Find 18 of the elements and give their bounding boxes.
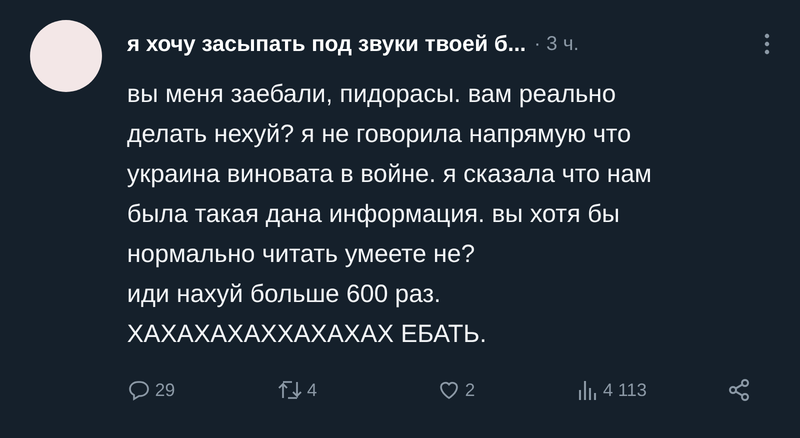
action-count: 4 [307, 380, 318, 400]
post-text-line: украина виновата в войне. я сказала что нам [127, 159, 653, 190]
action-count: 29 [155, 380, 176, 400]
action-count: 4 113 [603, 380, 647, 400]
share-icon[interactable] [727, 378, 751, 402]
repost-icon[interactable] [277, 378, 303, 402]
post-text-line: делать нехуй? я не говорила напрямую что [127, 119, 632, 150]
post-text-line: иди нахуй больше 600 раз. [127, 279, 442, 310]
post-text-line: нормально читать умеете не? [127, 239, 476, 270]
bar-chart-icon[interactable] [577, 378, 599, 402]
more-icon[interactable] [764, 32, 770, 56]
action-count: 2 [465, 380, 476, 400]
post-text-line: ХАХАХАХАХХАХАХАХ ЕБАТЬ. [127, 319, 488, 350]
author-name[interactable]: я хочу засыпать под звуки твоей б... [127, 31, 526, 57]
post-time: · 3 ч. [534, 32, 579, 56]
post-text-line: была такая дана информация. вы хотя бы [127, 199, 621, 230]
post-text-line: вы меня заебали, пидорасы. вам реально [127, 79, 617, 110]
reply-icon[interactable] [127, 378, 151, 402]
